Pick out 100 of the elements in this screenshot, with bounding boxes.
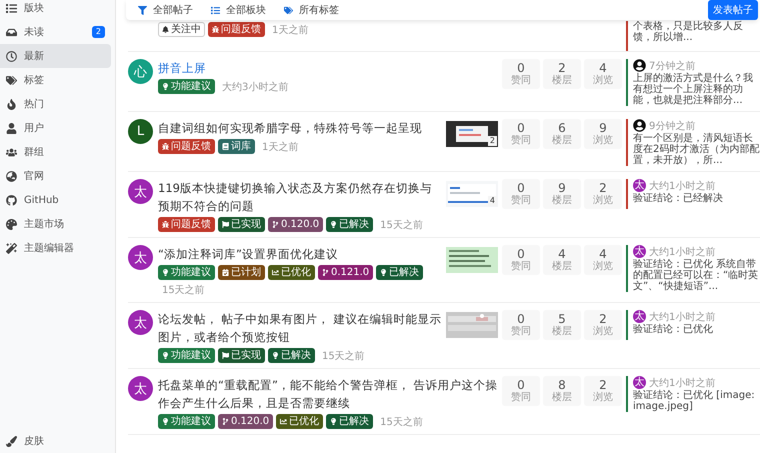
- stat-value: 9: [599, 121, 607, 135]
- filter-button[interactable]: 所有标签: [284, 3, 339, 17]
- tag[interactable]: 问题反馈: [158, 217, 215, 232]
- stat-label: 赞同: [511, 261, 531, 273]
- tag[interactable]: 已优化: [276, 414, 324, 429]
- sidebar-item[interactable]: 官网: [0, 164, 111, 188]
- lightbulb-icon: [162, 269, 169, 276]
- tag[interactable]: 已解决: [326, 414, 374, 429]
- stat-label: 赞同: [511, 195, 531, 207]
- sidebar-item[interactable]: 用户: [0, 116, 111, 140]
- chart-icon: [272, 269, 279, 276]
- bug-icon: [162, 221, 169, 228]
- teaser[interactable]: 太 大约1小时之前 验证结论：已优化: [626, 310, 760, 340]
- stat-value: 2: [599, 312, 607, 326]
- thumbnail[interactable]: [446, 312, 498, 338]
- topic-title[interactable]: 自建词组如何实现希腊字母，特殊符号等一起呈现: [158, 119, 442, 137]
- globe-icon: [6, 170, 17, 182]
- list-icon: [211, 6, 220, 14]
- topic-title[interactable]: 论坛发帖， 帖子中如果有图片， 建议在编辑时能显示图片，或者给个预览按钮: [158, 310, 442, 346]
- tag[interactable]: 已计划: [218, 265, 265, 280]
- teaser[interactable]: 个表格，只是比较多人反馈，所以增...: [626, 21, 760, 51]
- tag[interactable]: 已解决: [268, 348, 315, 363]
- tag[interactable]: 词库: [218, 139, 255, 154]
- stat-value: 4: [558, 247, 566, 261]
- unread-count: 2: [92, 26, 105, 38]
- user-avatar[interactable]: 太: [128, 376, 153, 401]
- stat-value: 8: [558, 378, 566, 392]
- teaser[interactable]: 9分钟之前 有一个区别是，清风短语长度在2码时才激活（为内部配置，未开放），所...: [626, 119, 760, 166]
- logo-icon: [6, 194, 17, 206]
- teaser[interactable]: 太 大约1小时之前 验证结论：已优化 系统自带的配置已经可以在：“临时英文”、“快捷短语”...: [626, 245, 760, 292]
- topic-title[interactable]: 拼音上屏: [158, 59, 498, 77]
- stat-label: 楼层: [552, 392, 572, 404]
- filter-button[interactable]: 全部帖子: [138, 3, 193, 17]
- teaser-text: 验证结论：已优化 系统自带的配置已经可以在：“临时英文”、“快捷短语”...: [633, 259, 760, 292]
- thumbnail[interactable]: 2: [446, 121, 498, 147]
- stat-label: 浏览: [593, 261, 613, 273]
- bell-icon: [162, 26, 169, 33]
- tag[interactable]: 已实现: [218, 348, 265, 363]
- bug-icon: [162, 143, 169, 150]
- tag[interactable]: 0.120.0: [218, 414, 274, 429]
- magic-wand-icon: [6, 242, 17, 254]
- teaser-text: 验证结论：已经解决: [633, 193, 724, 204]
- topic-time: 大约3小时之前: [222, 80, 288, 94]
- tag[interactable]: 已优化: [268, 265, 315, 280]
- stat-value: 2: [558, 61, 566, 75]
- tag[interactable]: 功能建议: [158, 265, 215, 280]
- fire-icon: [6, 98, 17, 110]
- tag[interactable]: 问题反馈: [158, 139, 215, 154]
- topic-title[interactable]: “添加注释词库”设置界面优化建议: [158, 245, 442, 263]
- sidebar-item[interactable]: 最新: [0, 44, 111, 68]
- teaser[interactable]: 太 大约1小时之前 验证结论：已经解决: [626, 179, 760, 209]
- sidebar-item[interactable]: 标签: [0, 68, 111, 92]
- calendar-icon: [222, 269, 229, 276]
- tag[interactable]: 已实现: [218, 217, 265, 232]
- teaser[interactable]: 太 大约1小时之前 验证结论：已优化 [image: image.jpeg]: [626, 376, 760, 412]
- topic-title[interactable]: 托盘菜单的“重载配置”，能不能给个警告弹框， 告诉用户这个操作会产生什么后果，且是否需要继续: [158, 376, 498, 412]
- user-avatar[interactable]: 太: [128, 310, 153, 335]
- thumbnail[interactable]: 4: [446, 181, 498, 207]
- tag[interactable]: 0.120.0: [268, 217, 324, 232]
- sidebar-item[interactable]: GitHub: [0, 188, 111, 212]
- stat-value: 0: [517, 312, 525, 326]
- tag[interactable]: 功能建议: [158, 348, 215, 363]
- tag[interactable]: 已解决: [326, 217, 374, 232]
- flag-icon: [222, 221, 229, 228]
- list-icon: [6, 2, 17, 14]
- topic-title[interactable]: 119版本快捷键切换输入状态及方案仍然存在切换与预期不符合的问题: [158, 179, 442, 215]
- user-avatar[interactable]: 太: [128, 179, 153, 204]
- tag[interactable]: 0.121.0: [318, 265, 374, 280]
- tag[interactable]: 问题反馈: [208, 22, 265, 37]
- lightbulb-icon: [330, 221, 338, 228]
- sidebar-item[interactable]: 热门: [0, 92, 111, 116]
- user-avatar[interactable]: L: [128, 119, 153, 144]
- sidebar-item[interactable]: 主题编辑器: [0, 236, 111, 260]
- tag[interactable]: 已解决: [376, 265, 424, 280]
- stat-label: 楼层: [552, 261, 572, 273]
- teaser-text: 上屏的激活方式是什么？我有想过一个上屏注释的功能，也就是把注释部分...: [633, 73, 754, 106]
- stat-label: 浏览: [593, 135, 613, 147]
- sidebar-item[interactable]: 版块: [0, 0, 111, 20]
- teaser-time: 大约1小时之前: [649, 246, 716, 258]
- new-topic-button[interactable]: 发表帖子: [708, 0, 758, 20]
- user-avatar[interactable]: 太: [128, 245, 153, 270]
- teaser[interactable]: 7分钟之前 上屏的激活方式是什么？我有想过一个上屏注释的功能，也就是把注释部分...: [626, 59, 760, 106]
- filter-button[interactable]: 全部板块: [211, 3, 266, 17]
- sidebar-item[interactable]: 皮肤: [0, 429, 111, 453]
- branch-icon: [322, 269, 329, 276]
- stat-value: 4: [599, 61, 607, 75]
- sidebar-item[interactable]: 群组: [0, 140, 111, 164]
- topic-time: 15天之前: [322, 350, 365, 362]
- stat-label: 楼层: [552, 75, 572, 87]
- chart-icon: [280, 418, 288, 425]
- sidebar-item[interactable]: 主题市场: [0, 212, 111, 236]
- branch-icon: [272, 221, 279, 228]
- sidebar-item[interactable]: 未读 2: [0, 20, 111, 44]
- tag[interactable]: 功能建议: [158, 79, 215, 94]
- thumbnail[interactable]: [446, 247, 498, 273]
- user-avatar: 太: [633, 179, 646, 192]
- stat-label: 浏览: [593, 326, 613, 338]
- inbox-icon: [6, 26, 17, 38]
- tag[interactable]: 关注中: [158, 22, 205, 37]
- tag[interactable]: 功能建议: [158, 414, 215, 429]
